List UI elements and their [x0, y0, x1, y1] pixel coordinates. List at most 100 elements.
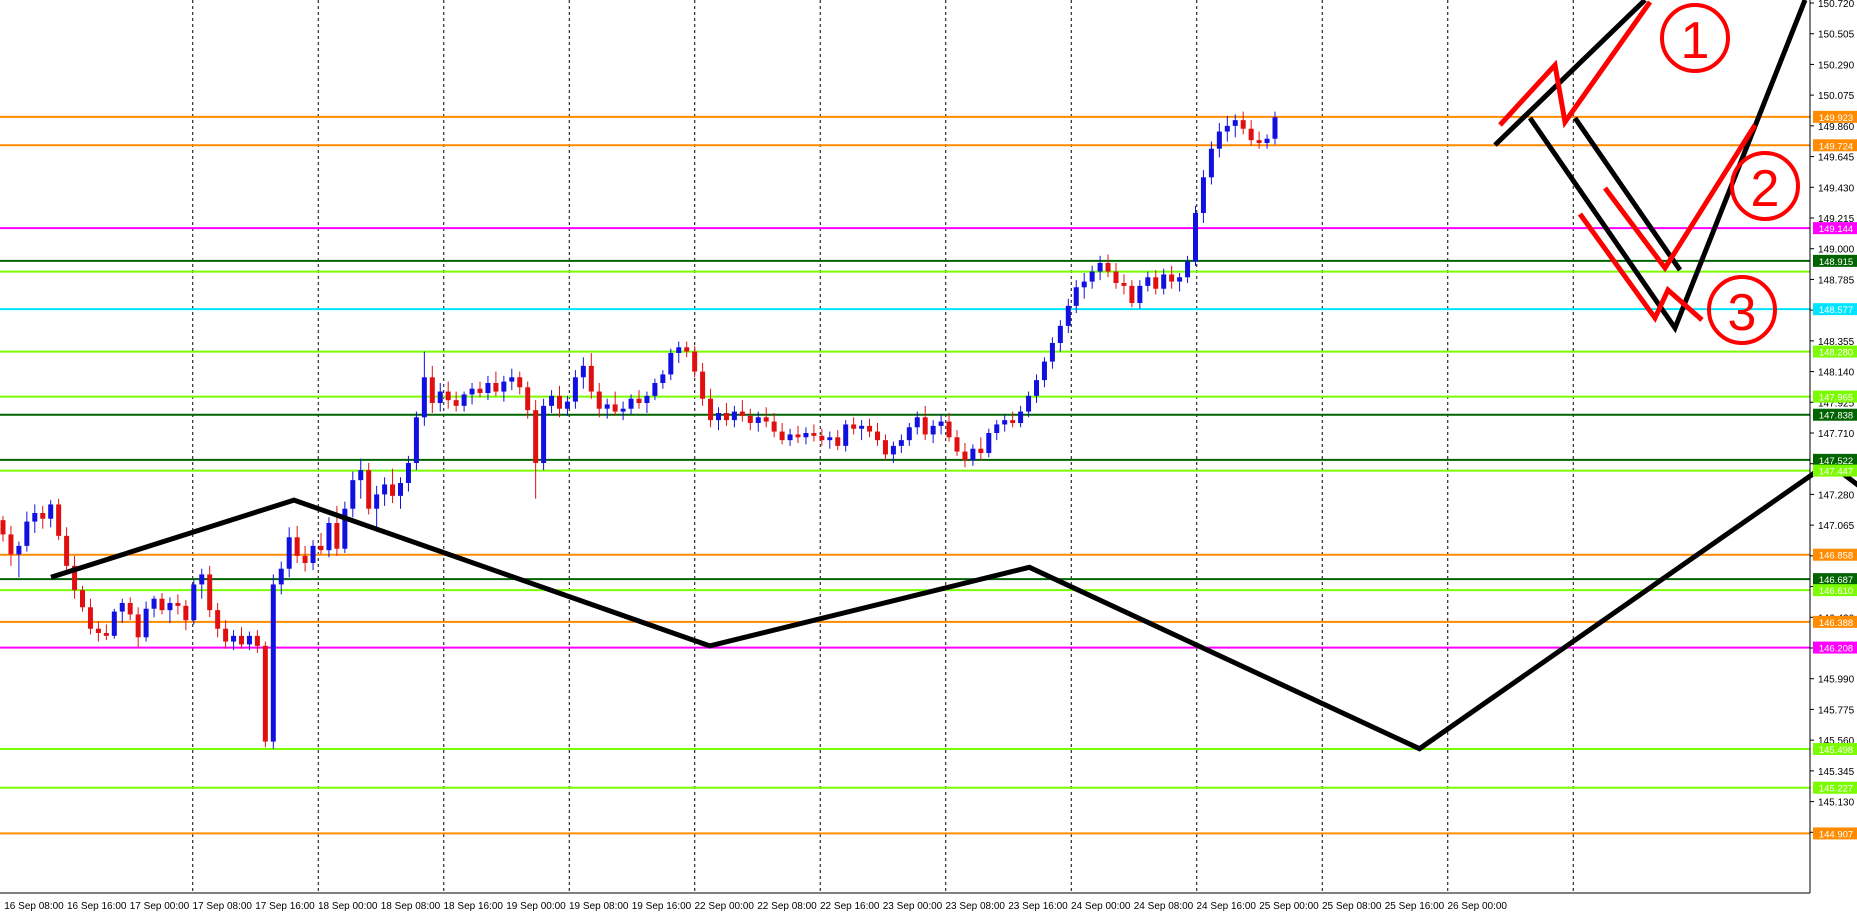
- candle-body: [731, 411, 737, 421]
- candle-body: [1049, 343, 1055, 362]
- candle-body: [652, 383, 658, 396]
- candle-body: [159, 598, 165, 611]
- candle-body: [930, 425, 936, 435]
- x-tick-label: 16 Sep 16:00: [67, 901, 127, 912]
- x-tick-label: 18 Sep 00:00: [318, 901, 378, 912]
- candle-body: [350, 480, 356, 509]
- candle-body: [668, 353, 674, 375]
- candle-body: [986, 433, 992, 453]
- level-tag-label: 147.838: [1819, 411, 1853, 422]
- candle-body: [1216, 131, 1222, 149]
- candle-body: [1121, 283, 1127, 286]
- candle-body: [310, 545, 316, 563]
- candle-body: [390, 484, 396, 496]
- candle-body: [183, 605, 189, 621]
- y-tick-label: 149.430: [1818, 183, 1855, 194]
- candle-body: [398, 483, 403, 496]
- x-tick-label: 22 Sep 16:00: [820, 901, 880, 912]
- candle-body: [48, 504, 54, 519]
- y-tick-label: 147.065: [1818, 521, 1855, 532]
- candle-body: [970, 448, 976, 461]
- candle-body: [898, 440, 904, 446]
- candle-body: [851, 424, 857, 429]
- candle-body: [1232, 120, 1238, 126]
- level-tag-label: 147.965: [1819, 393, 1853, 404]
- candle-body: [477, 388, 483, 393]
- candle-body: [628, 398, 634, 409]
- candle-body: [167, 603, 173, 611]
- y-tick-label: 147.280: [1818, 490, 1855, 501]
- candle-body: [191, 584, 197, 621]
- candle-body: [1018, 411, 1024, 423]
- candle-body: [604, 404, 610, 409]
- candle-body: [660, 374, 666, 383]
- candle-body: [803, 433, 809, 438]
- candle-body: [890, 445, 896, 455]
- level-tag-label: 148.577: [1819, 305, 1853, 316]
- candle-body: [1177, 277, 1183, 282]
- y-tick-label: 150.505: [1818, 30, 1855, 41]
- candle-body: [413, 417, 419, 463]
- candle-body: [302, 555, 308, 563]
- candle-body: [755, 417, 761, 423]
- candle-body: [1129, 285, 1135, 303]
- candle-body: [32, 513, 38, 522]
- candle-body: [747, 415, 753, 423]
- x-tick-label: 16 Sep 08:00: [4, 901, 64, 912]
- candle-body: [80, 590, 85, 608]
- candle-body: [127, 603, 133, 615]
- candle-body: [254, 635, 260, 646]
- candle-body: [8, 534, 14, 555]
- candle-body: [819, 435, 825, 441]
- marker-1-label: 1: [1681, 12, 1710, 70]
- y-tick-label: 145.990: [1818, 675, 1855, 686]
- candle-body: [557, 395, 562, 409]
- y-tick-label: 147.710: [1818, 429, 1855, 440]
- y-tick-label: 149.000: [1818, 245, 1855, 256]
- candle-body: [246, 635, 252, 645]
- candle-body: [215, 610, 221, 629]
- candle-body: [700, 371, 706, 399]
- candle-body: [779, 431, 785, 441]
- candle-body: [795, 434, 801, 438]
- candle-body: [620, 408, 626, 412]
- candle-body: [994, 424, 1000, 433]
- level-tag-label: 149.724: [1819, 141, 1853, 152]
- candle-body: [723, 413, 729, 421]
- candle-body: [103, 633, 109, 636]
- level-tag-label: 145.227: [1819, 784, 1853, 795]
- x-tick-label: 17 Sep 16:00: [255, 901, 315, 912]
- candle-body: [922, 417, 928, 435]
- candle-body: [1256, 140, 1262, 143]
- candle-body: [429, 377, 435, 403]
- x-tick-label: 17 Sep 00:00: [130, 901, 190, 912]
- candle-body: [1057, 325, 1063, 343]
- candle-body: [1065, 305, 1071, 326]
- candle-body: [64, 535, 70, 566]
- x-tick-label: 19 Sep 00:00: [506, 901, 566, 912]
- candle-body: [485, 383, 491, 393]
- candle-body: [572, 377, 578, 402]
- level-tag-label: 146.858: [1819, 551, 1853, 562]
- candle-body: [859, 425, 865, 429]
- candle-body: [1026, 395, 1032, 412]
- candle-body: [708, 398, 714, 421]
- level-tag-label: 147.447: [1819, 467, 1853, 478]
- candle-body: [676, 347, 682, 353]
- level-tag-label: 149.923: [1819, 113, 1853, 124]
- price-chart[interactable]: 1 2 3 150.720 150.505 150.290 150.075 149.86…: [0, 0, 1857, 917]
- candle-body: [24, 521, 30, 546]
- candle-body: [541, 405, 547, 463]
- y-tick-label: 150.075: [1818, 91, 1855, 102]
- candle-body: [588, 365, 594, 392]
- candle-body: [811, 433, 817, 436]
- candle-body: [787, 434, 793, 441]
- candle-body: [882, 440, 888, 455]
- candle-body: [461, 394, 467, 406]
- candle-body: [223, 628, 229, 642]
- candle-body: [684, 347, 690, 352]
- candle-body: [739, 411, 745, 416]
- candle-body: [334, 523, 340, 549]
- x-tick-label: 17 Sep 08:00: [193, 901, 253, 912]
- candle-body: [612, 404, 618, 412]
